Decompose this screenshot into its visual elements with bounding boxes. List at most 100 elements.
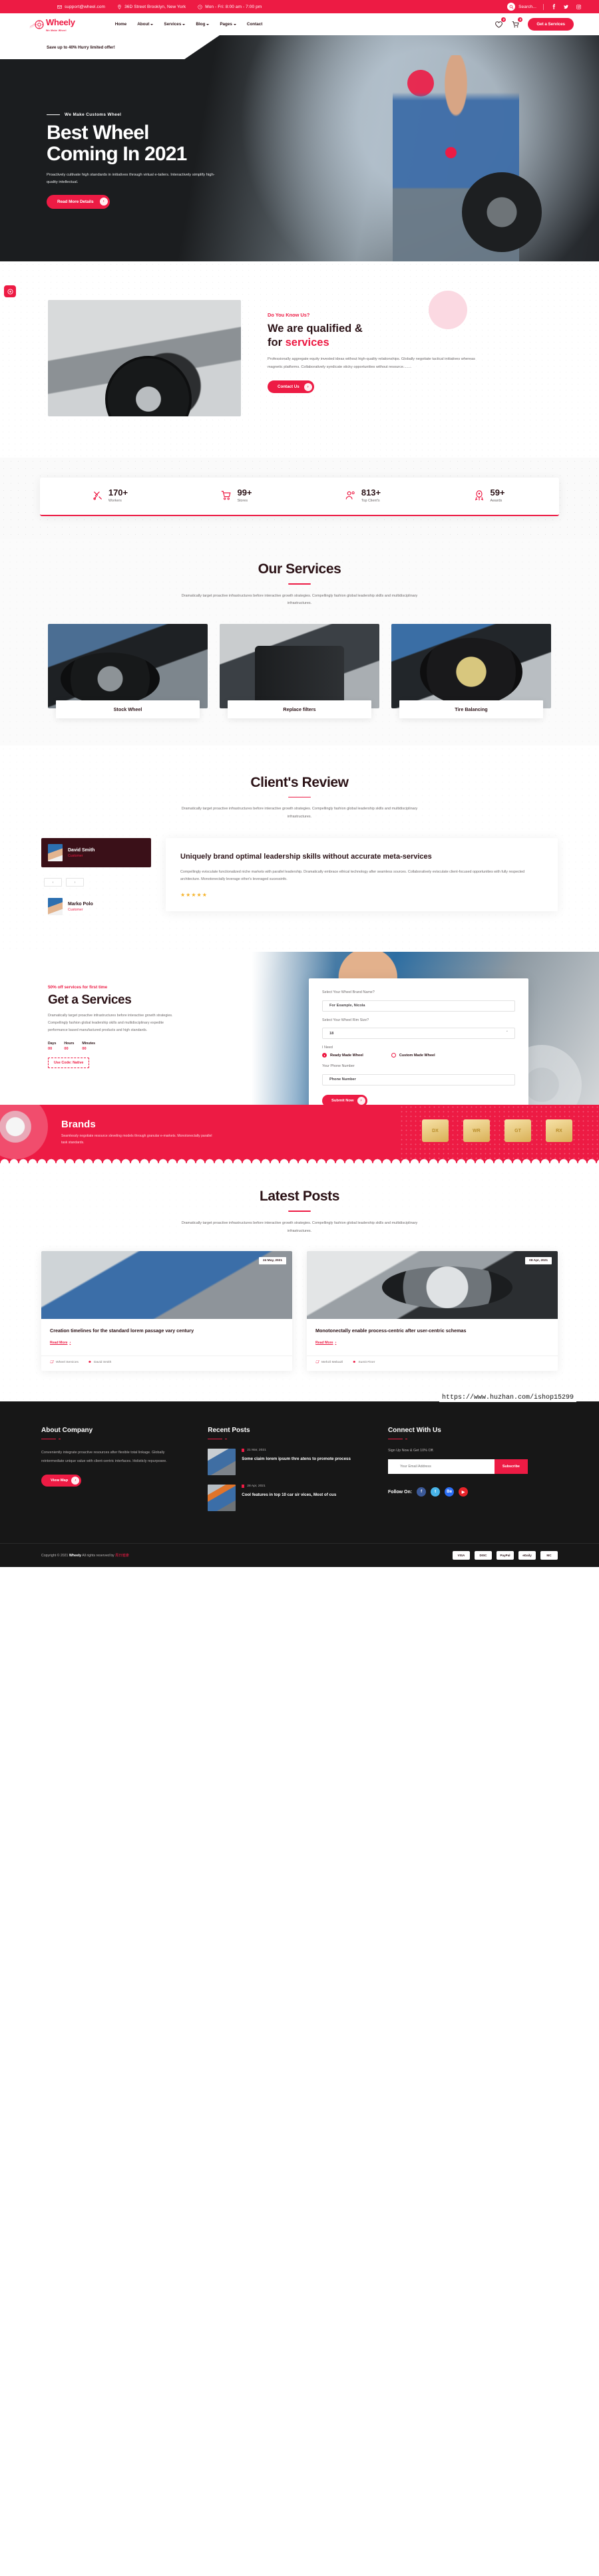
post-card[interactable]: 24 May, 2021 Creation timelines for the … bbox=[41, 1251, 292, 1371]
hero-section: Save up to 40% Hurry limited offer! We M… bbox=[0, 35, 599, 261]
view-map-button[interactable]: View Map › bbox=[41, 1475, 82, 1487]
nav-item-pages[interactable]: Pages bbox=[220, 22, 236, 27]
service-card-image bbox=[391, 623, 551, 708]
hero-tire-photo bbox=[462, 172, 542, 252]
post-category-label: Wheel Services bbox=[56, 1361, 79, 1365]
stats-card: 170+ Workers 99+ Stores 813+ Top Client'… bbox=[40, 478, 559, 516]
get-service-section: 50% off services for first time Get a Se… bbox=[0, 952, 599, 1105]
footer-recent-post[interactable]: 21 Mar, 2021 Some claim lorem ipsum thre… bbox=[208, 1449, 364, 1476]
wheel-rim-select[interactable] bbox=[322, 1028, 515, 1040]
payment-discover: DISC bbox=[475, 1551, 492, 1560]
post-read-more-link[interactable]: Read More › bbox=[50, 1341, 71, 1345]
wishlist-button[interactable]: 0 bbox=[495, 17, 506, 29]
brand-logo[interactable]: DX bbox=[422, 1119, 449, 1143]
phone-field-label: Your Phone Number bbox=[322, 1064, 355, 1069]
cart-button[interactable]: 0 bbox=[511, 17, 523, 29]
phone-number-input[interactable] bbox=[322, 1073, 515, 1085]
youtube-icon[interactable]: ▶ bbox=[459, 1487, 469, 1497]
post-author[interactable]: ☻ David Smith bbox=[88, 1360, 111, 1365]
contact-address[interactable]: 36D Street Brooklyn, New York bbox=[117, 5, 186, 9]
post-category[interactable]: ❏ Wheel Services bbox=[50, 1360, 79, 1365]
side-wheel-badge[interactable] bbox=[4, 285, 16, 297]
brand-logo[interactable]: RX bbox=[546, 1119, 572, 1143]
post-date-badge: 08 Apr, 2021 bbox=[525, 1257, 552, 1265]
brands-logo-list: DX WR GT RX bbox=[422, 1119, 572, 1143]
nav-item-services[interactable]: Services bbox=[164, 22, 186, 27]
brand-logo[interactable]: GT bbox=[504, 1119, 531, 1143]
cart-count: 0 bbox=[518, 17, 523, 22]
follow-label: Follow On: bbox=[387, 1489, 413, 1495]
tools-icon bbox=[92, 490, 104, 501]
service-card[interactable]: Tire Balancing bbox=[391, 623, 551, 718]
brands-section: Brands Seamlessly negotiate resource sle… bbox=[0, 1105, 599, 1164]
radio-unselected-icon bbox=[391, 1053, 396, 1058]
logo[interactable]: Wheely We Make Wheel bbox=[29, 17, 75, 32]
review-person-role: Customer bbox=[68, 907, 83, 912]
footer-bottom: Copyright © 2021 Wheely All rights reser… bbox=[0, 1393, 599, 1567]
get-services-button[interactable]: Get a Services bbox=[528, 18, 574, 31]
contact-email[interactable]: support@wheel.com bbox=[57, 5, 105, 9]
award-icon bbox=[473, 490, 485, 501]
post-image: 08 Apr, 2021 bbox=[307, 1251, 558, 1320]
facebook-icon[interactable]: f bbox=[417, 1487, 427, 1497]
countdown-days-label: Days bbox=[48, 1042, 57, 1046]
youtube-glyph: ▶ bbox=[461, 1490, 465, 1495]
nav-label-home: Home bbox=[114, 22, 127, 27]
service-card[interactable]: Stock Wheel bbox=[48, 623, 208, 718]
radio-custom-made[interactable]: Custom Made Wheel bbox=[391, 1053, 435, 1058]
radio-ready-made[interactable]: Ready Made Wheel bbox=[322, 1053, 363, 1058]
countdown-days-value: 00 bbox=[48, 1047, 53, 1052]
post-read-more-label: Read More bbox=[50, 1340, 68, 1345]
nav-item-blog[interactable]: Blog bbox=[196, 22, 210, 27]
avatar bbox=[48, 898, 63, 916]
chevron-down-icon bbox=[233, 23, 236, 25]
post-card[interactable]: 08 Apr, 2021 Monotonectally enable proce… bbox=[307, 1251, 558, 1371]
twitter-icon[interactable]: t bbox=[431, 1487, 441, 1497]
footer-recent-post[interactable]: 28 Apr, 2021 Cool features in top 10 car… bbox=[208, 1485, 364, 1512]
wheel-brand-input[interactable] bbox=[322, 1000, 515, 1012]
review-people-list: David Smith Customer ‹ › Marko Polo Cust… bbox=[41, 838, 151, 921]
service-card-image bbox=[220, 623, 379, 708]
review-person-item[interactable]: Marko Polo Customer bbox=[41, 892, 151, 921]
twitter-icon[interactable] bbox=[563, 4, 569, 10]
post-category[interactable]: ❏ Mehzil Mebazil bbox=[315, 1360, 343, 1365]
search-trigger[interactable]: Search... bbox=[507, 3, 536, 11]
post-author[interactable]: ☻ Sumit Finer bbox=[352, 1360, 375, 1365]
review-next-button[interactable]: › bbox=[66, 878, 84, 887]
submit-now-button[interactable]: Submit Now › bbox=[322, 1094, 367, 1105]
brands-title: Brands bbox=[61, 1119, 96, 1131]
about-contact-button[interactable]: Contact Us › bbox=[268, 380, 314, 394]
nav-item-home[interactable]: Home bbox=[115, 22, 127, 27]
review-person-item[interactable]: David Smith Customer bbox=[41, 838, 151, 868]
envelope-icon bbox=[57, 5, 62, 9]
hero-decor-circle-small bbox=[445, 147, 457, 158]
post-read-more-link[interactable]: Read More › bbox=[315, 1341, 336, 1345]
search-icon[interactable] bbox=[507, 3, 516, 11]
about-title-line2: for services bbox=[268, 336, 481, 350]
services-title: Our Services bbox=[258, 561, 341, 577]
brands-paragraph: Seamlessly negotiate resource sleveling … bbox=[61, 1134, 212, 1145]
facebook-icon[interactable] bbox=[550, 4, 556, 10]
rim-field-label: Select Your Wheel Rim Size? bbox=[322, 1018, 369, 1022]
hero-title-line2: Coming In 2021 bbox=[47, 143, 187, 166]
footer-post-thumbnail bbox=[208, 1449, 236, 1476]
chevron-down-icon bbox=[150, 23, 154, 25]
newsletter-email-input[interactable] bbox=[387, 1459, 495, 1475]
brand-tagline: We Make Wheel bbox=[46, 29, 67, 32]
instagram-icon[interactable] bbox=[576, 4, 582, 10]
nav-item-about[interactable]: About bbox=[137, 22, 154, 27]
subscribe-button[interactable]: Subscribe bbox=[494, 1459, 528, 1475]
hero-read-more-button[interactable]: Read More Details › bbox=[47, 194, 110, 209]
nav-item-contact[interactable]: Contact bbox=[247, 22, 262, 27]
service-request-form: Select Your Wheel Brand Name? Select You… bbox=[309, 978, 528, 1105]
behance-icon[interactable]: Bʙ bbox=[445, 1487, 455, 1497]
brand-logo[interactable]: WR bbox=[463, 1119, 490, 1143]
review-prev-button[interactable]: ‹ bbox=[44, 878, 62, 887]
subscribe-label: Subscribe bbox=[502, 1465, 520, 1469]
get-services-label: Get a Services bbox=[536, 22, 565, 27]
post-author-label: Sumit Finer bbox=[358, 1361, 375, 1365]
review-person-text: David Smith Customer bbox=[68, 848, 95, 858]
radio-custom-made-label: Custom Made Wheel bbox=[399, 1053, 435, 1058]
stat-awards-value: 59+ bbox=[490, 488, 505, 498]
service-card[interactable]: Replace filters bbox=[220, 623, 379, 718]
